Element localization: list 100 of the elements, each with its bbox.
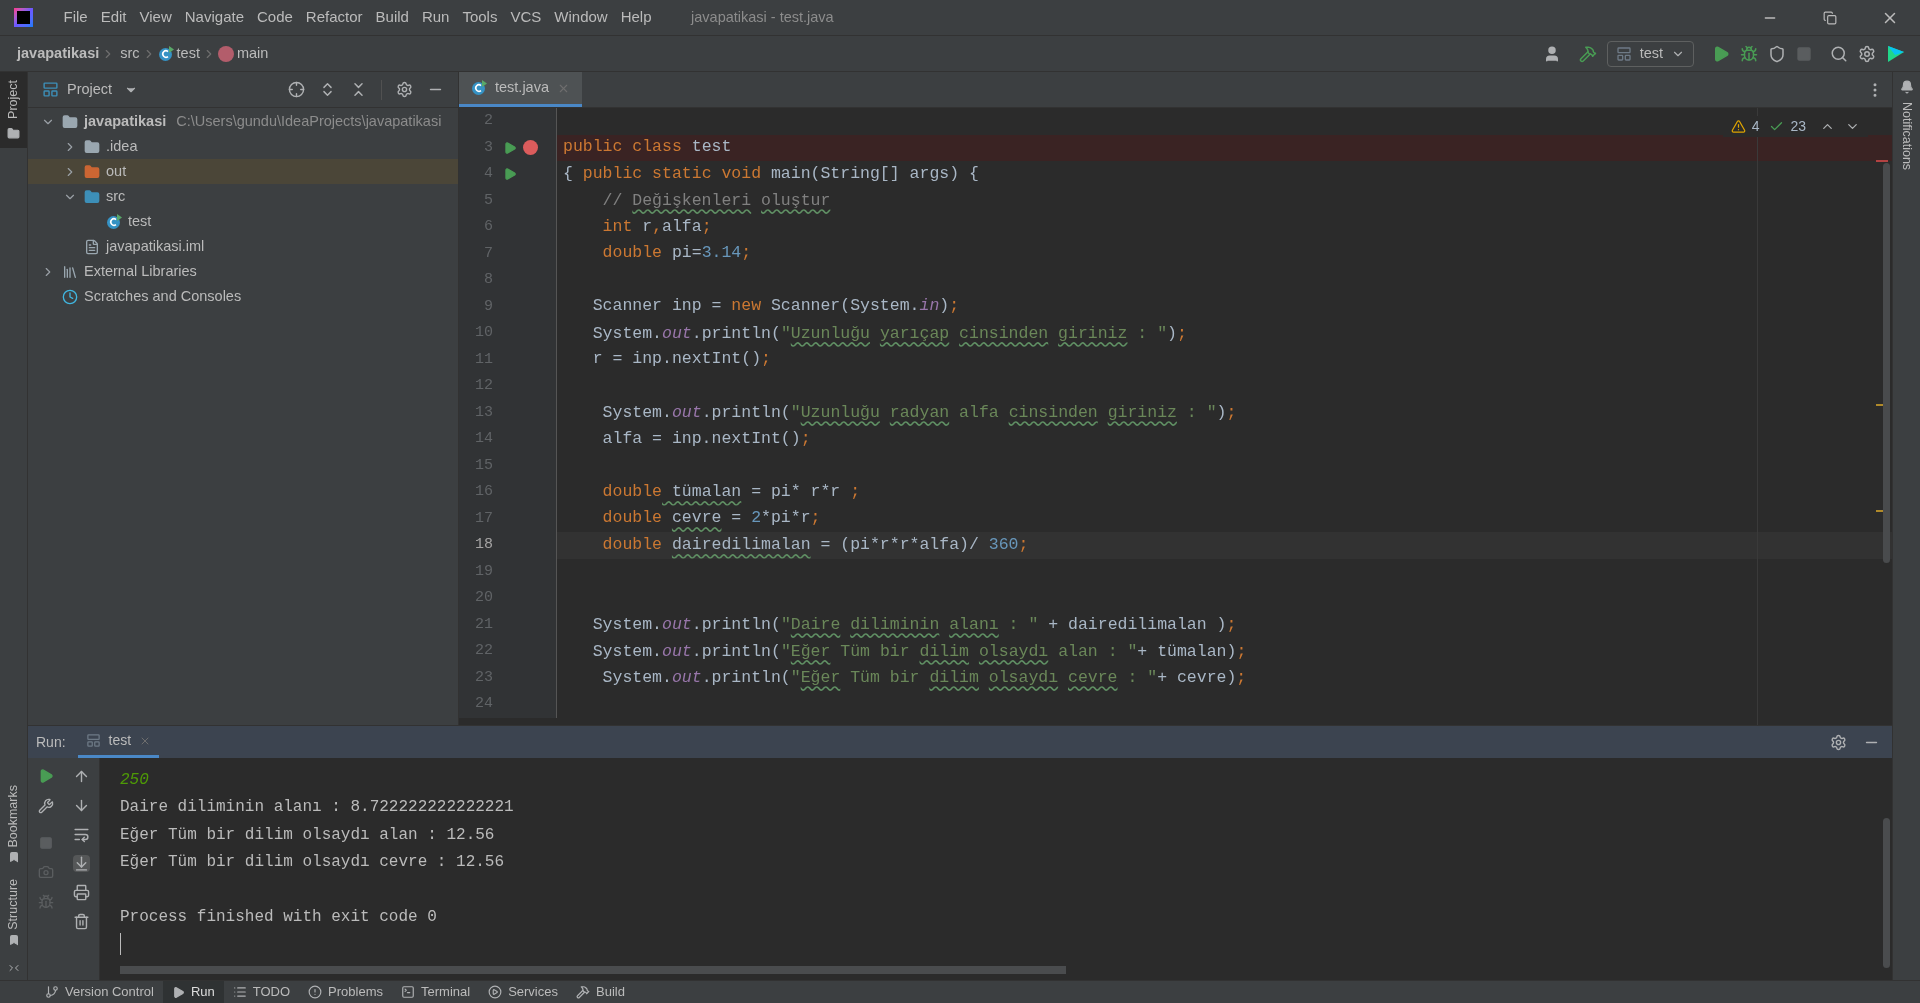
tree-item-label: javapatikasi.iml — [106, 236, 205, 256]
breadcrumb-item[interactable]: main — [236, 42, 269, 65]
rerun-icon[interactable] — [38, 768, 54, 784]
bookmark-icon — [7, 934, 20, 946]
settings-icon[interactable] — [1830, 733, 1847, 751]
code-line: System.out.println("Eğer Tüm bir dilim olsaydı alan : "+ tümalan); — [591, 640, 1247, 663]
menu-item[interactable]: View — [133, 6, 179, 29]
window-icon — [1615, 45, 1632, 62]
wrap-icon[interactable] — [73, 826, 90, 843]
tool-window-button[interactable]: Terminal — [392, 981, 480, 1003]
hammer-icon — [576, 985, 590, 999]
run-icon[interactable] — [1712, 44, 1730, 63]
code-line: System.out.println("Daire diliminin alanı : " + dairedilimalan ); — [591, 613, 1237, 636]
menu-item[interactable]: Window — [547, 6, 615, 29]
menu-item[interactable]: Run — [415, 6, 456, 29]
code-line: int r,alfa; — [601, 215, 712, 238]
tool-window-button[interactable]: Problems — [299, 981, 392, 1003]
tree-item[interactable]: out — [28, 159, 458, 184]
tree-item[interactable]: src — [28, 184, 458, 209]
code-line: Scanner inp = new Scanner(System.in); — [591, 295, 960, 318]
menu-item[interactable]: Refactor — [299, 6, 370, 29]
tree-item[interactable]: Scratches and Consoles — [28, 284, 458, 309]
code-line: System.out.println("Uzunluğu yarıçap cinsinden giriniz : "); — [591, 322, 1187, 345]
breadcrumb-item[interactable]: javapatikasi — [17, 42, 100, 65]
tool-window-tab[interactable]: Project — [0, 72, 27, 148]
breakpoint-icon[interactable] — [523, 140, 538, 156]
toolbox-logo-icon[interactable] — [1886, 43, 1906, 64]
menu-item[interactable]: File — [57, 6, 95, 29]
code-line: double tümalan = pi* r*r ; — [601, 480, 861, 503]
class-icon — [157, 45, 174, 62]
search-icon[interactable] — [1830, 44, 1848, 63]
coverage-icon[interactable] — [1768, 44, 1786, 63]
settings-icon[interactable] — [1858, 44, 1876, 63]
tool-window-button[interactable]: TODO — [223, 981, 300, 1003]
tree-item[interactable]: test — [28, 209, 458, 234]
tool-window-tab[interactable]: Notifications — [1897, 80, 1916, 171]
build-icon[interactable] — [1578, 44, 1597, 63]
inspection-widget[interactable]: 4 23 — [1722, 116, 1868, 137]
window-title: javapatikasi - test.java — [691, 7, 834, 27]
breadcrumb-item[interactable]: src — [120, 42, 140, 65]
folder-icon — [84, 163, 100, 180]
up-arrow-icon[interactable] — [73, 768, 90, 785]
tree-item[interactable]: External Libraries — [28, 259, 458, 284]
tool-window-tab[interactable]: Bookmarks — [4, 776, 23, 872]
breadcrumb-item[interactable]: test — [176, 42, 200, 65]
panel-title-dropdown[interactable]: Project — [67, 78, 139, 101]
tree-item[interactable]: .idea — [28, 134, 458, 159]
folder-icon — [84, 138, 100, 155]
code-line: alfa = inp.nextInt(); — [601, 427, 811, 450]
code-line: { public static void main(String[] args) { — [562, 162, 979, 185]
run-panel-title: Run: — [36, 732, 66, 752]
services-icon — [488, 985, 503, 999]
down-arrow-icon[interactable] — [73, 797, 90, 814]
menu-item[interactable]: Code — [250, 6, 300, 29]
locate-icon[interactable] — [288, 81, 305, 98]
panel-icon — [42, 81, 59, 98]
tree-item-label: .idea — [106, 136, 138, 156]
menu-item[interactable]: VCS — [503, 6, 548, 29]
more-icon[interactable] — [7, 962, 20, 974]
tool-window-tab[interactable]: Structure — [4, 871, 23, 954]
restore-icon[interactable] — [1823, 10, 1837, 25]
console-line: Eğer Tüm bir dilim olsaydı cevre : 12.56 — [120, 852, 505, 874]
file-icon — [84, 238, 100, 255]
tree-item-label: src — [106, 186, 126, 206]
code-line: // Değişkenleri oluştur — [601, 189, 831, 212]
scroll-to-end-icon[interactable] — [73, 855, 90, 872]
tree-item-path: C:\Users\gundu\IdeaProjects\javapatikasi — [176, 111, 442, 131]
class-icon — [106, 213, 122, 230]
tree-item[interactable]: javapatikasi C:\Users\gundu\IdeaProjects\javapatikasi — [28, 109, 458, 134]
menu-item[interactable]: Help — [614, 6, 659, 29]
window-icon — [85, 733, 101, 748]
line-number: 18 — [474, 535, 493, 555]
run-gutter-icon[interactable] — [503, 167, 517, 182]
class-icon — [471, 80, 487, 96]
debug-icon[interactable] — [1740, 44, 1758, 63]
terminal-icon — [401, 985, 415, 999]
tool-window-button[interactable]: Version Control — [36, 981, 163, 1003]
menu-item[interactable]: Navigate — [178, 6, 251, 29]
branch-icon — [45, 985, 59, 999]
code-line: double cevre = 2*pi*r; — [601, 507, 821, 530]
bookmark-icon — [7, 851, 20, 864]
editor-tab[interactable]: test.java — [459, 72, 582, 107]
tool-window-button[interactable]: Services — [479, 981, 567, 1003]
menu-item[interactable]: Build — [369, 6, 416, 29]
alert-icon — [308, 985, 323, 999]
print-icon[interactable] — [73, 884, 90, 901]
menu-item[interactable]: Tools — [455, 6, 504, 29]
wrench-icon[interactable] — [38, 798, 54, 814]
run-config-dropdown[interactable]: test — [1606, 40, 1694, 67]
settings-icon[interactable] — [396, 81, 413, 98]
trash-icon[interactable] — [73, 913, 90, 930]
tree-item[interactable]: javapatikasi.iml — [28, 234, 458, 259]
code-line: double pi=3.14; — [601, 242, 752, 265]
console-line: Eğer Tüm bir dilim olsaydı alan : 12.56 — [120, 824, 495, 846]
tool-window-button[interactable]: Build — [567, 981, 634, 1003]
run-gutter-icon[interactable] — [503, 140, 517, 155]
menu-item[interactable]: Edit — [94, 6, 134, 29]
tool-window-button[interactable]: Run — [162, 981, 224, 1003]
tree-item-label: External Libraries — [84, 261, 197, 281]
folder-icon — [7, 126, 20, 140]
